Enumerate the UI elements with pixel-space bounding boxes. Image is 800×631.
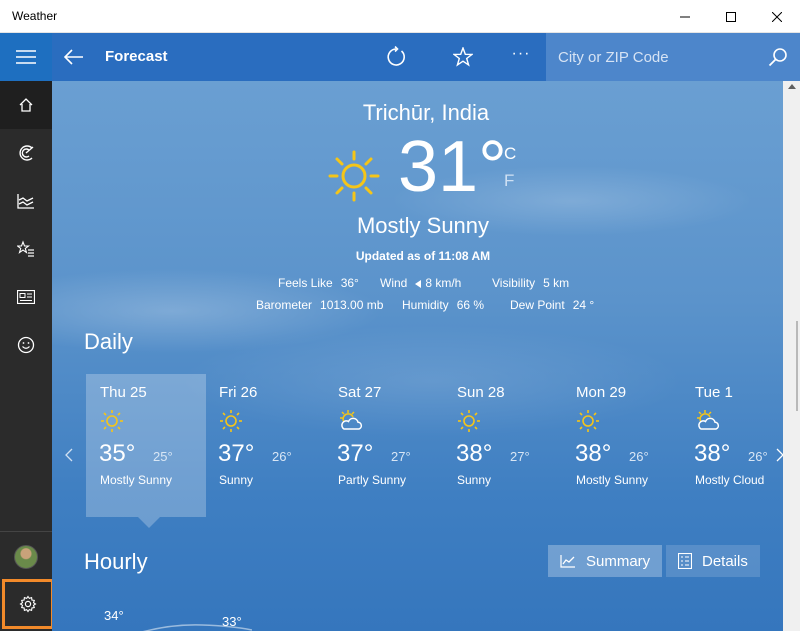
wind-direction-icon	[415, 279, 422, 288]
chevron-left-icon	[65, 448, 73, 462]
smiley-icon	[17, 336, 35, 354]
chart-icon	[17, 194, 34, 209]
close-icon	[772, 11, 782, 22]
humidity: Humidity 66 %	[402, 298, 485, 312]
search-input[interactable]	[546, 33, 756, 81]
selected-day-pointer	[138, 517, 160, 528]
home-icon	[19, 98, 33, 112]
hourly-temperature-curve	[142, 624, 252, 631]
minimize-icon	[680, 16, 690, 17]
scroll-up-arrow-icon[interactable]	[788, 84, 796, 89]
dew-point: Dew Point 24 °	[510, 298, 595, 312]
close-button[interactable]	[754, 0, 800, 33]
back-button[interactable]	[62, 45, 86, 69]
avatar[interactable]	[14, 545, 38, 569]
sidebar-item-news[interactable]	[0, 273, 52, 321]
hourly-temp-label: 34°	[104, 608, 124, 623]
more-options-button[interactable]: ···	[509, 42, 533, 66]
refresh-icon	[387, 46, 405, 66]
wind: Wind 8 km/h	[380, 276, 462, 290]
sidebar-divider	[0, 531, 52, 532]
sidebar	[0, 33, 54, 631]
line-chart-icon	[560, 555, 575, 568]
gear-icon	[19, 595, 37, 613]
maximize-button[interactable]	[708, 0, 754, 33]
hamburger-icon	[16, 50, 36, 64]
daily-prev-button[interactable]	[62, 445, 76, 465]
daily-next-button[interactable]	[773, 445, 783, 465]
sidebar-item-forecast[interactable]	[0, 81, 52, 129]
favorite-button[interactable]	[451, 45, 475, 69]
search-icon[interactable]	[768, 47, 788, 67]
chevron-right-icon	[776, 448, 783, 462]
sun-icon	[458, 410, 480, 432]
location-name: Trichūr, India	[362, 100, 490, 125]
scroll-thumb[interactable]	[796, 321, 798, 411]
daily-card-tue[interactable]: Tue 1 38° 26° Mostly Cloud	[681, 374, 781, 517]
sidebar-item-maps[interactable]	[0, 129, 52, 177]
vertical-scrollbar[interactable]	[783, 81, 800, 631]
daily-heading: Daily	[84, 329, 133, 354]
daily-card-sun[interactable]: Sun 28 38° 27° Sunny	[443, 374, 563, 517]
daily-card-sat[interactable]: Sat 27 37° 27° Partly Sunny	[324, 374, 444, 517]
star-list-icon	[17, 240, 34, 257]
barometer: Barometer 1013.00 mb	[256, 298, 384, 312]
title-bar: Weather	[0, 0, 800, 33]
current-temperature: 31°	[398, 127, 507, 207]
forecast-panel: Trichūr, India 31° C F Mostly Sunny Upda…	[52, 81, 783, 631]
sidebar-item-settings[interactable]	[2, 579, 54, 629]
refresh-button[interactable]	[384, 45, 408, 69]
unit-celsius-toggle[interactable]: C	[504, 144, 516, 164]
sidebar-item-places[interactable]	[0, 225, 52, 273]
sidebar-item-historical[interactable]	[0, 177, 52, 225]
daily-card-fri[interactable]: Fri 26 37° 26° Sunny	[205, 374, 325, 517]
sun-icon	[101, 410, 123, 432]
sun-icon	[577, 410, 599, 432]
unit-fahrenheit-toggle[interactable]: F	[504, 171, 514, 191]
news-icon	[17, 290, 35, 304]
details-list-icon	[678, 553, 692, 569]
sun-icon	[220, 410, 242, 432]
feels-like: Feels Like 36°	[278, 276, 359, 290]
partly-cloudy-icon	[697, 410, 720, 430]
app-header: Forecast ···	[52, 33, 800, 81]
partly-cloudy-icon	[340, 410, 363, 430]
sidebar-item-feedback[interactable]	[0, 321, 52, 369]
updated-time: Updated as of 11:08 AM	[355, 249, 491, 263]
daily-card-thu[interactable]: Thu 25 35° 25° Mostly Sunny	[86, 374, 206, 517]
current-condition: Mostly Sunny	[356, 213, 490, 238]
window-title: Weather	[12, 9, 58, 23]
maximize-icon	[726, 11, 736, 22]
daily-card-mon[interactable]: Mon 29 38° 26° Mostly Sunny	[562, 374, 682, 517]
hourly-summary-button[interactable]: Summary	[548, 545, 662, 577]
star-icon	[453, 47, 473, 67]
visibility: Visibility 5 km	[492, 276, 570, 290]
minimize-button[interactable]	[662, 0, 708, 33]
hourly-details-button[interactable]: Details	[666, 545, 760, 577]
sun-icon	[328, 150, 380, 202]
back-arrow-icon	[64, 49, 83, 65]
hourly-heading: Hourly	[84, 549, 148, 574]
search-box	[546, 33, 800, 81]
radar-icon	[19, 145, 34, 161]
hamburger-menu-button[interactable]	[0, 33, 52, 81]
page-title: Forecast	[105, 48, 168, 65]
